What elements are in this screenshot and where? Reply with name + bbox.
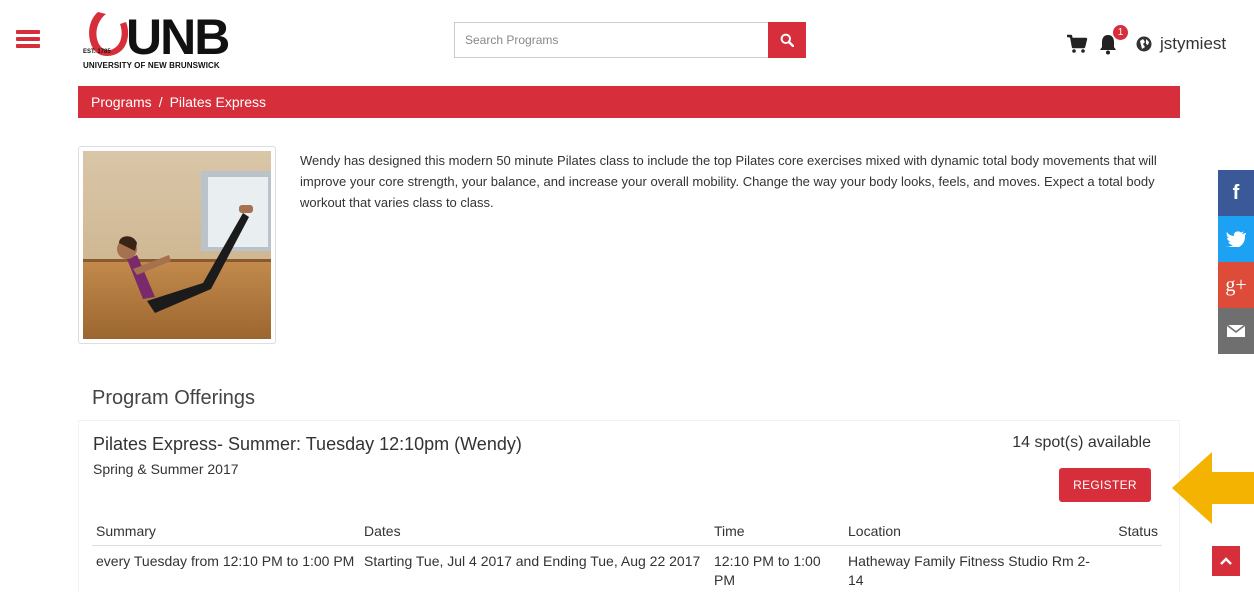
breadcrumb: Programs / Pilates Express: [78, 86, 1180, 118]
table-row: every Tuesday from 12:10 PM to 1:00 PM S…: [92, 545, 1162, 590]
username-link[interactable]: jstymiest: [1160, 34, 1226, 54]
program-image: [78, 146, 276, 344]
pilates-photo: [83, 151, 271, 339]
cell-location: Hatheway Family Fitness Studio Rm 2-14: [848, 552, 1090, 588]
offering-title: Pilates Express- Summer: Tuesday 12:10pm…: [93, 434, 522, 454]
arrow-left-pointer-icon: [1172, 452, 1254, 524]
avatar-icon[interactable]: [1136, 36, 1152, 52]
cell-time: 12:10 PM to 1:00 PM: [714, 552, 821, 588]
spots-available: 14 spot(s) available: [1012, 434, 1151, 451]
column-header-location: Location: [844, 517, 1094, 546]
column-header-dates: Dates: [360, 517, 710, 546]
social-share-rail: f g+: [1218, 170, 1254, 354]
twitter-icon: [1226, 231, 1246, 247]
notifications-button[interactable]: 1: [1098, 25, 1128, 55]
cell-status: [1094, 545, 1162, 590]
register-button[interactable]: REGISTER: [1059, 468, 1151, 502]
share-facebook-button[interactable]: f: [1218, 170, 1254, 216]
cart-button[interactable]: [1066, 34, 1088, 54]
column-header-time: Time: [710, 517, 844, 546]
offering-season: Spring & Summer 2017: [93, 461, 239, 477]
cell-dates: Starting Tue, Jul 4 2017 and Ending Tue,…: [364, 552, 701, 569]
program-description: Wendy has designed this modern 50 minute…: [300, 153, 1157, 210]
chevron-up-icon: [1220, 557, 1232, 565]
logo-established: EST. 1785: [83, 49, 111, 55]
search-icon: [780, 33, 794, 47]
offering-table: Summary Dates Time Location Status every…: [92, 517, 1162, 590]
unb-logo[interactable]: UNB EST. 1785 UNIVERSITY OF NEW BRUNSWIC…: [78, 8, 248, 78]
google-plus-icon: g+: [1225, 273, 1247, 296]
breadcrumb-item-programs[interactable]: Programs: [91, 94, 152, 110]
breadcrumb-item-current: Pilates Express: [169, 94, 267, 110]
menu-hamburger-icon[interactable]: [16, 30, 40, 48]
logo-wordmark: UNB: [126, 9, 230, 65]
search-input[interactable]: [454, 22, 768, 58]
table-header-row: Summary Dates Time Location Status: [92, 517, 1162, 546]
facebook-icon: f: [1232, 181, 1240, 204]
cart-icon: [1067, 34, 1088, 53]
share-email-button[interactable]: [1218, 308, 1254, 354]
offering-card: Pilates Express- Summer: Tuesday 12:10pm…: [78, 420, 1180, 592]
column-header-status: Status: [1094, 517, 1162, 546]
breadcrumb-separator: /: [158, 94, 163, 110]
share-twitter-button[interactable]: [1218, 216, 1254, 262]
back-to-top-button[interactable]: [1212, 546, 1240, 576]
user-toolbar: 1 jstymiest: [1066, 25, 1226, 58]
search-button[interactable]: [768, 22, 806, 58]
logo-subtitle: UNIVERSITY OF NEW BRUNSWICK: [83, 61, 220, 70]
notification-badge: 1: [1113, 25, 1128, 40]
search-bar: [454, 22, 806, 58]
share-google-plus-button[interactable]: g+: [1218, 262, 1254, 308]
offerings-heading: Program Offerings: [92, 387, 256, 409]
column-header-summary: Summary: [92, 517, 360, 546]
email-icon: [1226, 324, 1246, 337]
cell-summary: every Tuesday from 12:10 PM to 1:00 PM: [96, 552, 355, 569]
